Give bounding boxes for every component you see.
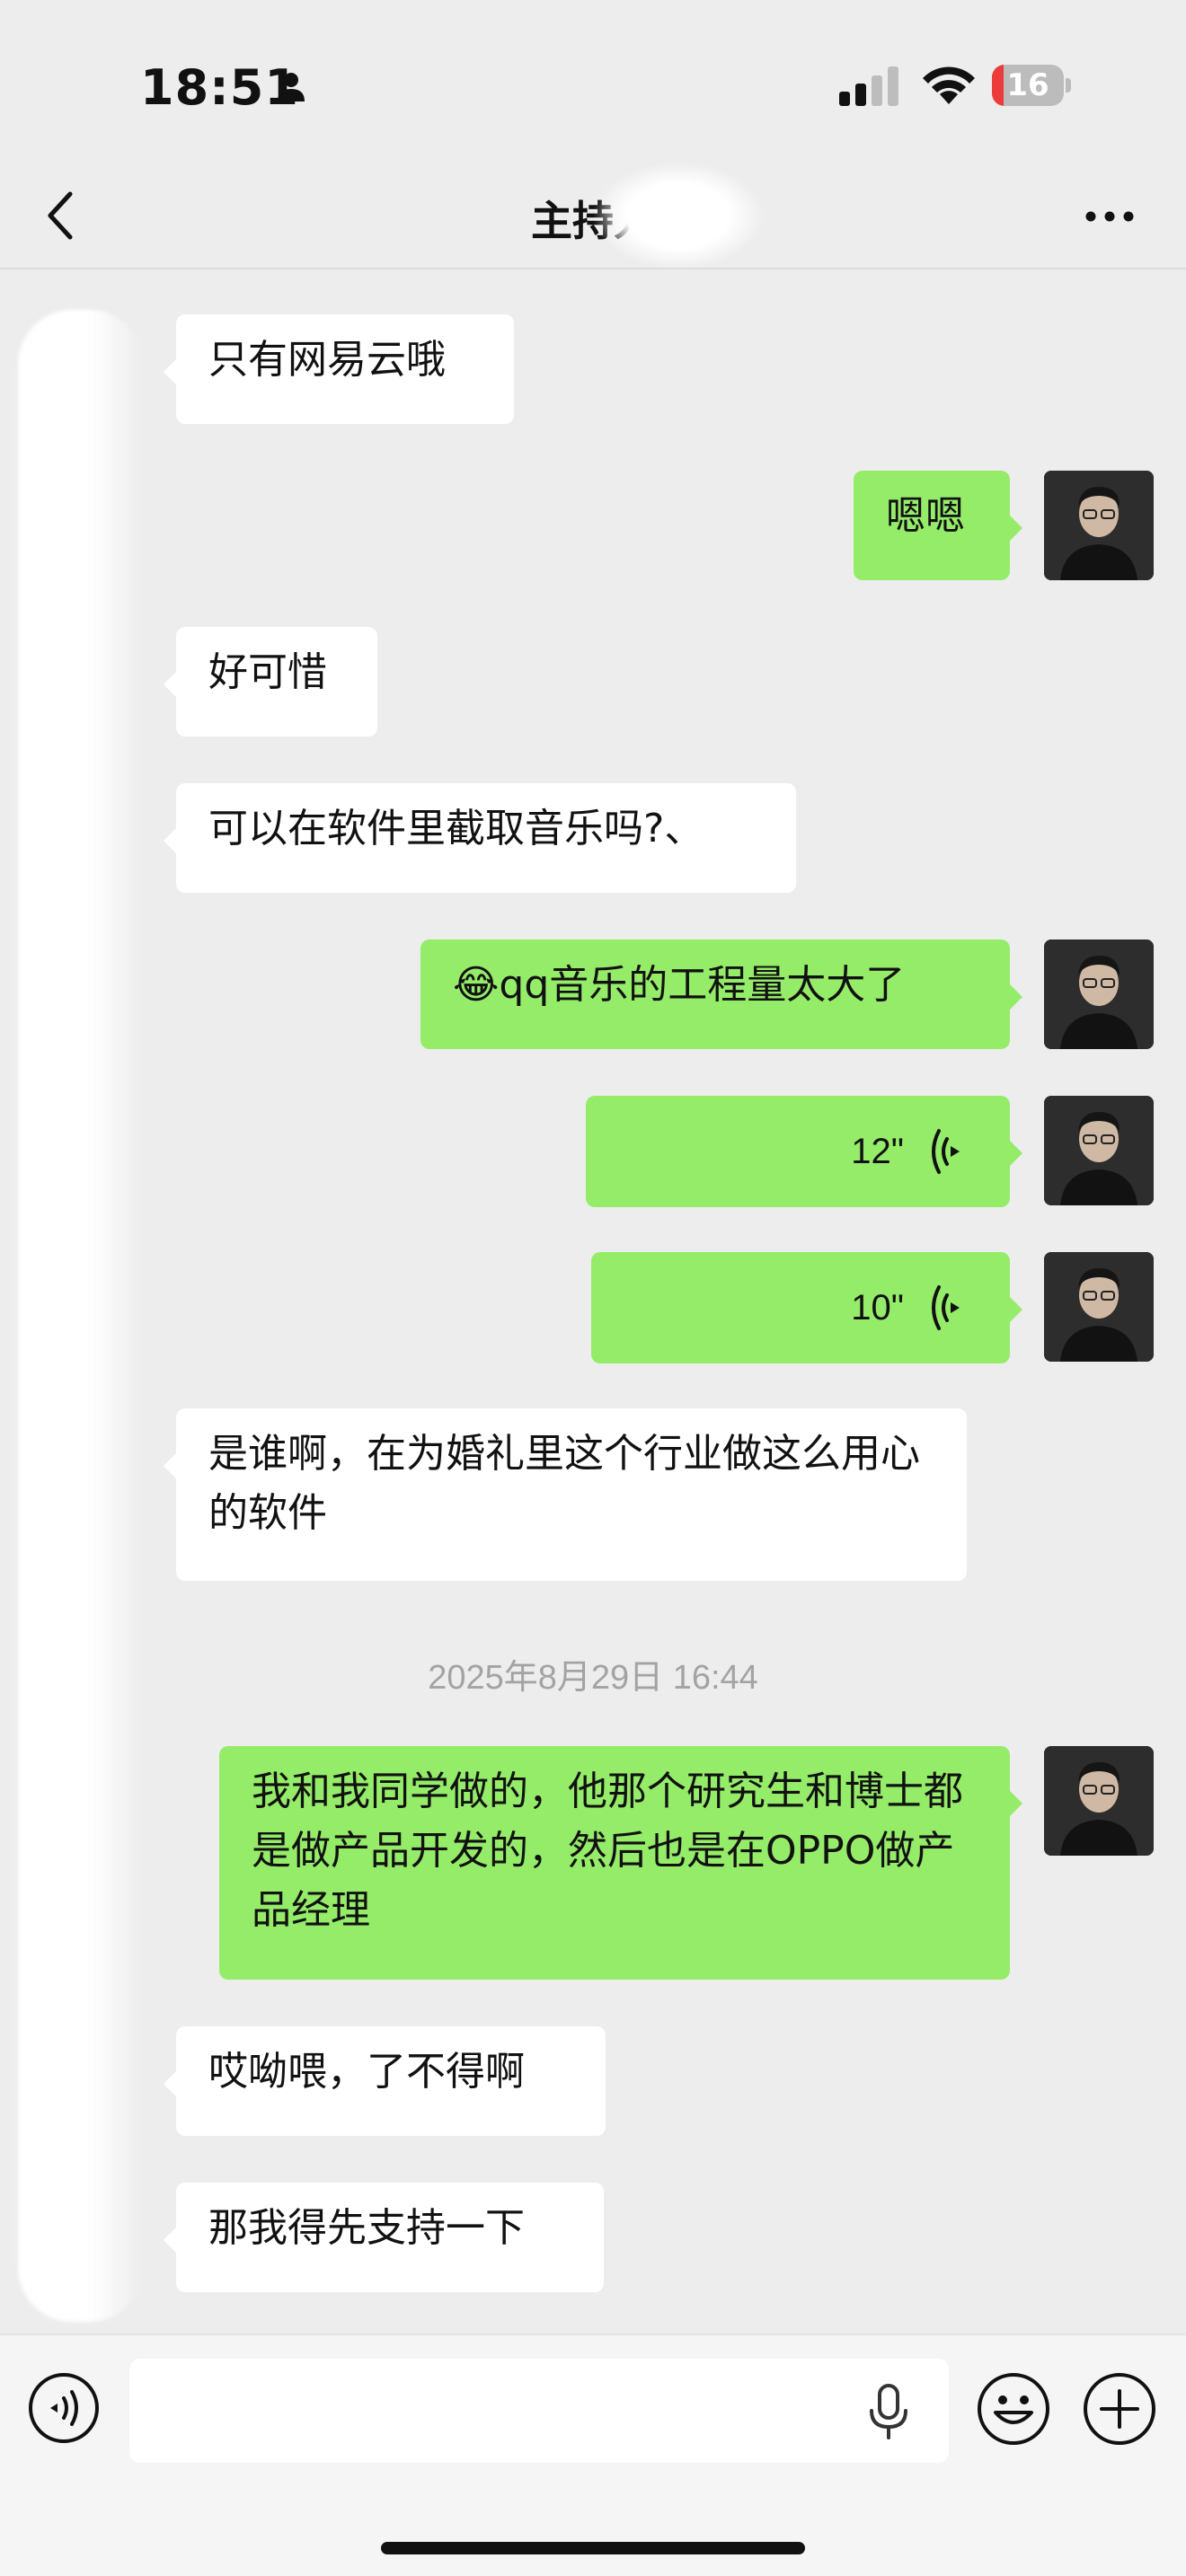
voice-wave-icon [932,1129,960,1174]
message-outgoing[interactable]: 我和我同学做的，他那个研究生和博士都是做产品开发的，然后也是在OPPO做产品经理 [219,1746,1022,1980]
message-text: 那我得先支持一下 [208,2205,525,2251]
avatar[interactable] [1044,1096,1154,1205]
home-indicator[interactable] [381,2542,805,2554]
chat-input-bar [0,2333,1186,2576]
voice-duration: 12" [851,1132,904,1171]
message-text: 好可惜 [208,649,327,695]
plus-icon[interactable] [1082,2371,1157,2447]
redacted-avatar-column [18,310,144,2322]
voice-mode-icon[interactable] [27,2371,101,2445]
cellular-signal-icon [839,66,898,106]
message-incoming[interactable]: 那我得先支持一下 [164,2183,604,2292]
message-text: 我和我同学做的，他那个研究生和博士都是做产品开发的，然后也是在OPPO做产品经理 [252,1769,963,1933]
message-incoming[interactable]: 好可惜 [164,627,377,737]
avatar[interactable] [1044,1252,1154,1362]
voice-wave-icon [932,1285,960,1330]
avatar[interactable] [1044,471,1154,580]
person-icon [278,73,305,101]
chat-header: 主持人 [0,162,1186,269]
message-outgoing[interactable]: 😂qq音乐的工程量太大了 [420,940,1022,1049]
more-dots-icon[interactable] [1078,194,1141,239]
battery-level: 16 [1006,67,1049,103]
avatar[interactable] [1044,940,1154,1049]
message-text: 只有网易云哦 [208,337,446,383]
message-text: 可以在软件里截取音乐吗?、 [208,806,704,851]
timestamp: 2025年8月29日 16:44 [428,1659,758,1697]
message-text: 嗯嗯 [886,493,965,539]
message-incoming[interactable]: 哎呦喂，了不得啊 [164,2026,606,2136]
microphone-icon[interactable] [866,2384,911,2439]
wifi-icon [923,66,975,104]
voice-duration: 10" [851,1288,904,1328]
message-outgoing[interactable]: 嗯嗯 [854,471,1022,580]
message-text: 哎呦喂，了不得啊 [208,2049,525,2095]
avatar[interactable] [1044,1746,1154,1856]
message-incoming[interactable]: 可以在软件里截取音乐吗?、 [164,783,796,893]
message-input[interactable] [129,2359,949,2463]
status-bar: 18:51 16 [0,0,1186,162]
message-incoming[interactable]: 是谁啊，在为婚礼里这个行业做这么用心的软件 [164,1408,967,1581]
emoji-icon[interactable] [976,2371,1051,2447]
message-incoming[interactable]: 只有网易云哦 [164,314,514,424]
message-text: 是谁啊，在为婚礼里这个行业做这么用心的软件 [208,1431,920,1536]
redaction-blur [593,162,764,269]
message-text: 😂qq音乐的工程量太大了 [453,962,906,1008]
battery-icon: 16 [992,65,1071,106]
voice-message[interactable]: 12" [586,1096,1022,1207]
voice-message[interactable]: 10" [591,1252,1022,1363]
